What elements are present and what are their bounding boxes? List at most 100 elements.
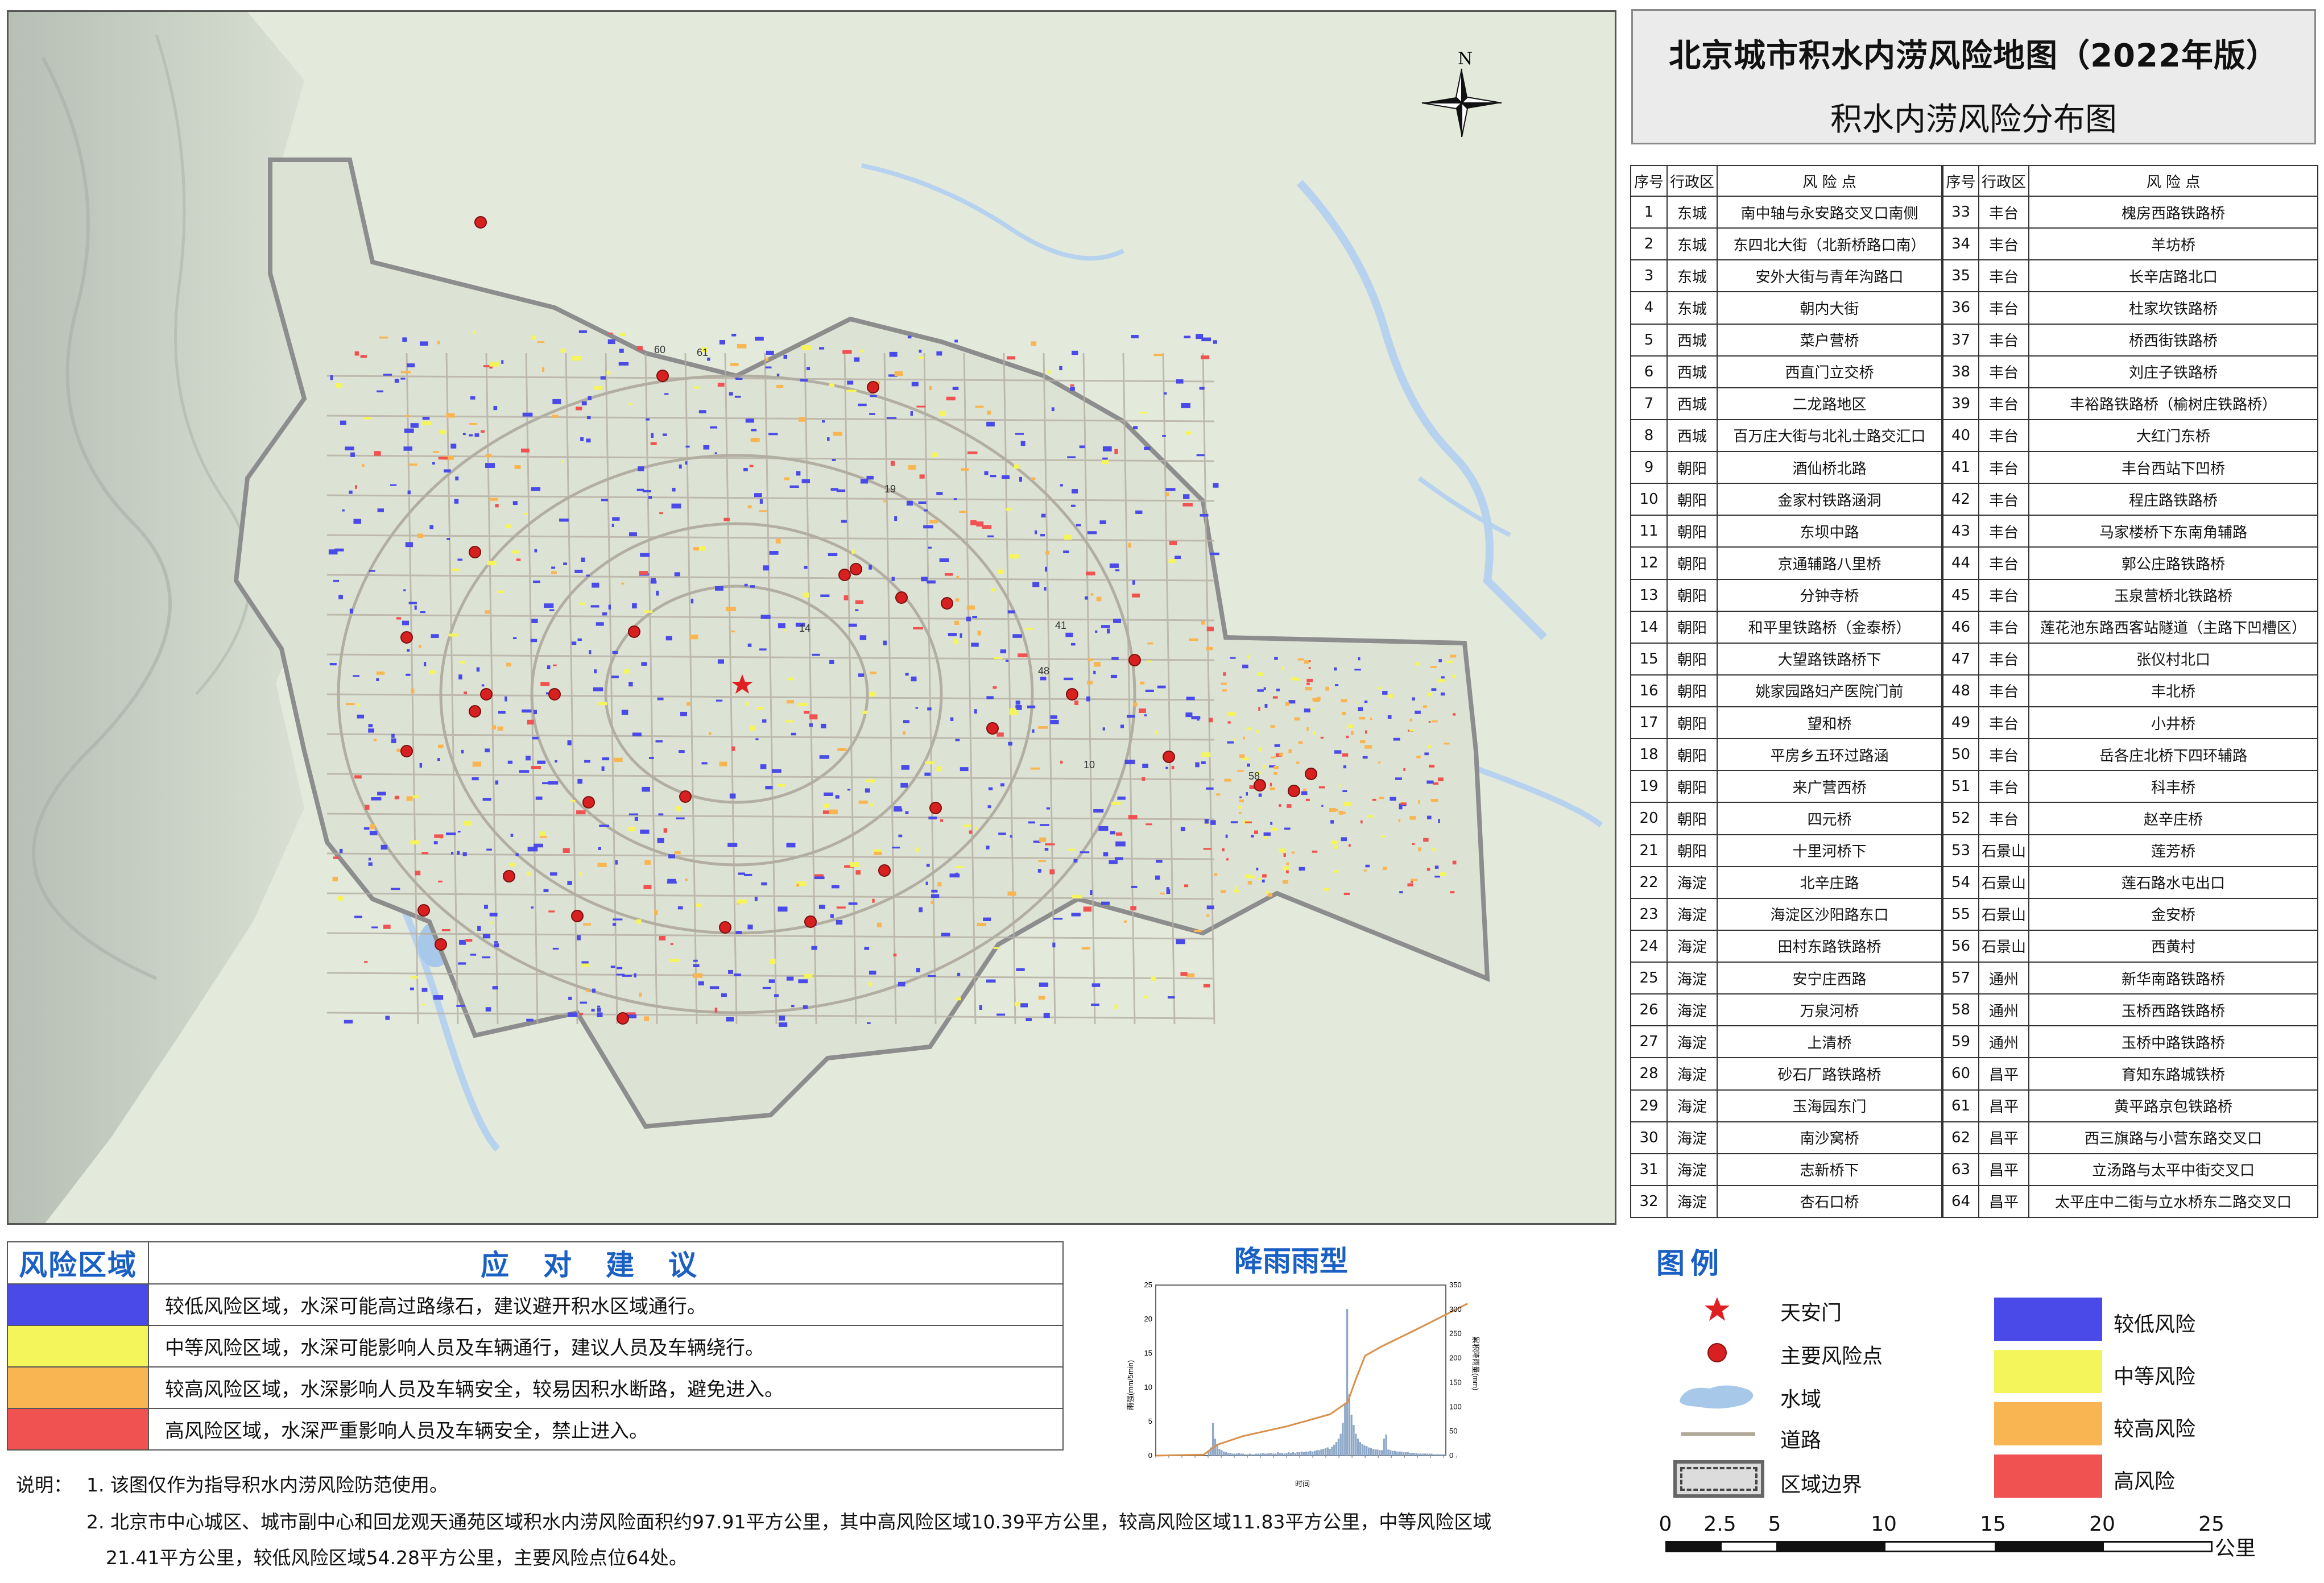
cell-point: 玉海园东门 (1717, 1089, 1943, 1122)
rain-bar (1366, 1446, 1368, 1456)
rain-bar (1266, 1453, 1268, 1456)
rain-x-label: 时间 (1295, 1480, 1310, 1488)
cell-index: 48 (1941, 674, 1979, 708)
map-point-label: 58 (1248, 770, 1260, 782)
table-row: 3 东城 安外大街与青年沟路口 35 丰台 长辛店路北口 (1630, 259, 2318, 293)
cell-district: 丰台 (1978, 802, 2029, 835)
rain-bar (1322, 1449, 1325, 1456)
rain-bar (1244, 1454, 1247, 1456)
cell-district: 海淀 (1667, 865, 1718, 899)
cell-index: 24 (1630, 929, 1668, 963)
cell-district: 东城 (1667, 259, 1718, 293)
cell-district: 丰台 (1978, 706, 2029, 740)
rain-bar (1374, 1449, 1376, 1456)
rain-left-tick: 25 (1144, 1281, 1152, 1289)
rain-right-tick: 250 (1449, 1329, 1462, 1338)
rain-bar (1415, 1453, 1418, 1456)
rain-right-tick: 200 (1449, 1354, 1462, 1362)
cell-point: 十里河桥下 (1717, 834, 1943, 867)
table-row: 4 东城 朝内大街 36 丰台 杜家坎铁路桥 (1630, 291, 2318, 325)
rain-bar (1379, 1450, 1381, 1456)
cell-district: 海淀 (1667, 1153, 1718, 1186)
cell-index: 52 (1941, 802, 1979, 835)
advice-text: 中等风险区域，水深可能影响人员及车辆通行，建议人员及车辆绕行。 (148, 1325, 1064, 1367)
rain-bar (1396, 1451, 1398, 1456)
rain-bar (1346, 1309, 1349, 1456)
map-point-label: 41 (1055, 620, 1066, 631)
rain-bar (1301, 1451, 1303, 1456)
scale-tick: 15 (1980, 1512, 2006, 1536)
rain-right-tick: 350 (1449, 1281, 1462, 1289)
rain-bar (1434, 1454, 1437, 1456)
risk-point-icon (1066, 688, 1078, 701)
cell-index: 5 (1630, 323, 1668, 357)
river (1296, 180, 1547, 640)
cell-point: 丰裕路铁路桥（榆树庄铁路桥） (2028, 387, 2318, 420)
cell-index: 62 (1941, 1121, 1979, 1154)
risk-point-icon (480, 688, 493, 701)
advice-swatch-low (7, 1283, 149, 1326)
rain-bar (1433, 1454, 1435, 1456)
cell-point: 和平里铁路桥（金泰桥） (1717, 610, 1943, 644)
advice-row: 较低风险区域，水深可能高过路缘石，建议避开积水区域通行。 (7, 1283, 1064, 1326)
cell-district: 丰台 (1978, 227, 2029, 261)
cell-index: 56 (1941, 929, 1979, 963)
rain-bar (1248, 1453, 1251, 1456)
rain-bar (1385, 1434, 1387, 1456)
water-icon (1680, 1385, 1754, 1409)
rain-bar (1391, 1451, 1394, 1456)
rain-bar (1380, 1450, 1383, 1456)
cell-index: 37 (1941, 323, 1979, 357)
cell-district: 丰台 (1978, 578, 2029, 612)
star-icon (1705, 1297, 1730, 1321)
cell-index: 29 (1630, 1089, 1668, 1122)
map-point-label: 48 (1038, 665, 1049, 677)
cell-point: 科丰桥 (2028, 770, 2318, 803)
cell-point: 砂石厂路铁路桥 (1717, 1057, 1943, 1091)
cell-index: 53 (1941, 834, 1979, 867)
cell-index: 30 (1630, 1121, 1668, 1154)
rain-bar (1402, 1452, 1405, 1456)
rain-bar (1257, 1453, 1260, 1456)
rain-bar (1283, 1453, 1285, 1456)
map-point-label: 19 (884, 483, 896, 495)
cell-point: 新华南路铁路桥 (2028, 961, 2318, 995)
advice-swatch-severe (7, 1408, 149, 1451)
cell-district: 海淀 (1667, 993, 1718, 1027)
cell-district: 通州 (1978, 993, 2029, 1027)
table-row: 30 海淀 南沙窝桥 62 昌平 西三旗路与小营东路交叉口 (1630, 1121, 2318, 1154)
note-item: 21.41平方公里，较低风险区域54.28平方公里，主要风险点位64处。 (106, 1547, 688, 1569)
advice-text: 较低风险区域，水深可能高过路缘石，建议避开积水区域通行。 (148, 1283, 1064, 1326)
cell-index: 60 (1941, 1057, 1979, 1091)
rain-bar (1318, 1450, 1320, 1456)
cell-district: 海淀 (1667, 897, 1718, 931)
cell-point: 丰北桥 (2028, 674, 2318, 708)
cell-point: 东坝中路 (1717, 515, 1943, 548)
page-subtitle: 积水内涝风险分布图 (1830, 101, 2117, 138)
cell-index: 19 (1630, 770, 1668, 803)
rain-bar (1404, 1452, 1407, 1456)
risk-point-icon (1163, 751, 1175, 763)
risk-point-icon (986, 722, 999, 735)
rain-bar (1216, 1445, 1218, 1456)
cell-index: 10 (1630, 483, 1668, 516)
rain-bar (1439, 1454, 1441, 1456)
risk-point-icon (548, 688, 561, 701)
advice-table: 风险区域 应对建议 较低风险区域，水深可能高过路缘石，建议避开积水区域通行。 中… (7, 1241, 1064, 1451)
cell-district: 西城 (1667, 323, 1718, 357)
cell-index: 11 (1630, 515, 1668, 548)
rain-bar (1246, 1454, 1249, 1456)
cell-index: 50 (1941, 738, 1979, 772)
rain-bar (1288, 1452, 1290, 1456)
rain-right-tick: 150 (1449, 1378, 1462, 1386)
cell-point: 百万庄大街与北礼士路交汇口 (1717, 418, 1943, 453)
rain-bar (1363, 1445, 1366, 1456)
cell-district: 西城 (1667, 418, 1718, 453)
cell-index: 23 (1630, 897, 1668, 931)
cell-district: 丰台 (1978, 546, 2029, 580)
rain-bar (1320, 1449, 1322, 1456)
rain-bar (1376, 1449, 1379, 1456)
cell-point: 太平庄中二街与立水桥东二路交叉口 (2028, 1184, 2318, 1219)
cell-district: 海淀 (1667, 1184, 1718, 1219)
risk-map[interactable]: N 60 61 19 14 41 48 10 58 (7, 10, 1616, 1225)
